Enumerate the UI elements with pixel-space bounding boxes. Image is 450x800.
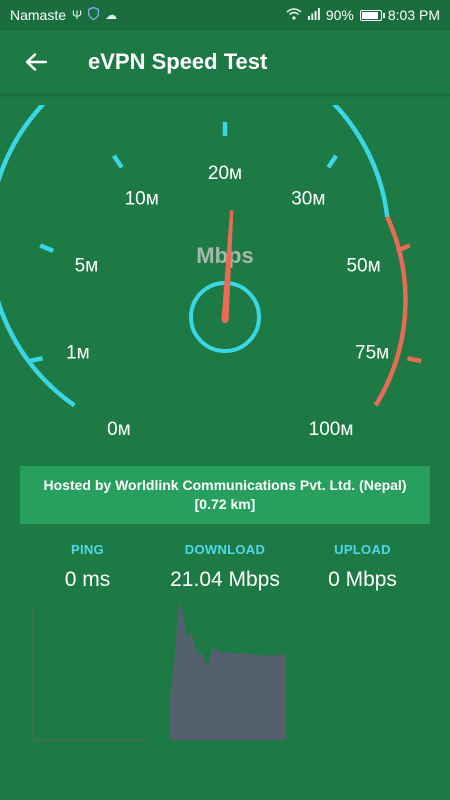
upload-metric: UPLOAD 0 Mbps (305, 542, 420, 592)
gauge-tick-label: 10м (125, 188, 159, 209)
gauge-tick (112, 154, 124, 169)
gauge-tick-label: 5м (75, 256, 99, 277)
gauge-tick (326, 154, 338, 169)
server-host-name: Hosted by Worldlink Communications Pvt. … (43, 477, 407, 493)
gauge-tick (39, 243, 55, 253)
battery-percent: 90% (325, 7, 354, 23)
app-bar: eVPN Speed Test (0, 30, 450, 94)
status-bar: Namaste Ψ ☁ 90% 8:03 PM (0, 0, 450, 30)
page-title: eVPN Speed Test (88, 49, 268, 74)
download-value: 21.04 Mbps (170, 568, 280, 591)
signal-icon (307, 7, 320, 23)
wifi-icon (286, 7, 302, 23)
carrier-name: Namaste (10, 7, 67, 23)
battery-icon (359, 9, 385, 21)
gauge-unit-label: Mbps (196, 243, 253, 268)
clock: 8:03 PM (387, 7, 440, 23)
gauge-tick-label: 20м (208, 163, 242, 184)
shield-icon (87, 6, 100, 23)
ping-value: 0 ms (64, 568, 111, 591)
cloud-icon: ☁ (105, 8, 118, 22)
gauge-tick (28, 356, 44, 364)
gauge-tick-label: 30м (291, 188, 325, 209)
gauge-tick-label: 1м (66, 342, 90, 363)
ping-graph-area (32, 605, 148, 741)
gauge-tick-label: 0м (107, 419, 131, 435)
download-metric: DOWNLOAD 21.04 Mbps (155, 542, 295, 592)
arrow-left-icon (25, 53, 47, 71)
speed-history-graph (32, 601, 420, 741)
download-graph-area (170, 601, 286, 740)
ping-metric: PING 0 ms (30, 542, 145, 592)
gauge-arc-normal (0, 105, 390, 408)
server-info-banner: Hosted by Worldlink Communications Pvt. … (20, 466, 430, 524)
ping-label: PING (71, 542, 104, 557)
usb-icon: Ψ (72, 8, 83, 22)
gauge-tick (406, 356, 422, 364)
upload-label: UPLOAD (334, 542, 391, 557)
gauge-tick-label: 100м (309, 419, 354, 435)
gauge-arc-high (373, 215, 408, 407)
server-distance: [0.72 km] (194, 496, 256, 512)
speed-gauge: 0м 1м 5м 10м 20м 30м 50м 75м 100м Mbps (0, 105, 422, 435)
back-button[interactable] (20, 46, 52, 78)
download-label: DOWNLOAD (184, 542, 266, 557)
upload-value: 0 Mbps (328, 568, 397, 591)
gauge-tick-label: 75м (355, 342, 389, 363)
gauge-tick-label: 50м (346, 256, 380, 277)
needle-pivot (221, 316, 229, 324)
